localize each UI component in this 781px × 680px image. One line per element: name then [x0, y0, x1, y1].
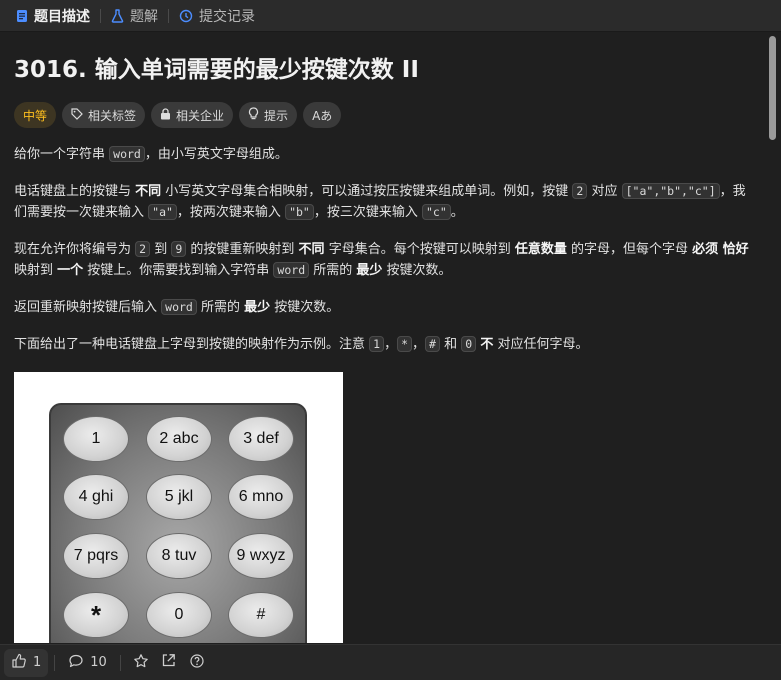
like-count: 1: [33, 655, 42, 670]
footer-divider: [54, 654, 56, 671]
related-tags-label: 相关标签: [88, 108, 137, 123]
key-3: 3 def: [228, 416, 294, 462]
share-button[interactable]: [155, 649, 183, 677]
tag-icon: [71, 107, 83, 123]
scrollbar-thumb[interactable]: [769, 36, 776, 140]
tab-solutions[interactable]: 题解: [105, 0, 164, 32]
tab-divider: [168, 8, 169, 23]
related-companies-label: 相关企业: [176, 108, 225, 123]
hint-label: 提示: [264, 108, 289, 123]
key-0: 0: [146, 592, 212, 638]
comment-count: 10: [90, 655, 107, 670]
tab-submissions-label: 提交记录: [199, 8, 255, 25]
question-icon: [189, 653, 205, 673]
lightbulb-icon: [248, 107, 259, 123]
history-icon: [179, 9, 193, 23]
tag-row: 中等 相关标签 相关企业 提示 Aあ: [14, 102, 752, 128]
star-icon: [133, 653, 149, 673]
key-2: 2 abc: [146, 416, 212, 462]
share-icon: [161, 653, 176, 672]
tab-description[interactable]: 题目描述: [10, 0, 96, 32]
key-4: 4 ghi: [63, 474, 129, 520]
hint-button[interactable]: 提示: [239, 102, 298, 128]
paragraph-4: 返回重新映射按键后输入 word 所需的 最少 按键次数。: [14, 299, 340, 315]
tab-solutions-label: 题解: [130, 8, 158, 25]
like-button[interactable]: 1: [4, 648, 49, 677]
key-1: 1: [63, 416, 129, 462]
problem-title: 3016. 输入单词需要的最少按键次数 II: [14, 57, 419, 83]
key-9: 9 wxyz: [228, 533, 294, 579]
favorite-button[interactable]: [127, 649, 155, 677]
related-tags-button[interactable]: 相关标签: [62, 102, 146, 128]
paragraph-2: 电话键盘上的按键与 不同 小写英文字母集合相映射，可以通过按压按键来组成单词。例…: [14, 183, 746, 220]
keypad-illustration: 1 2 abc 3 def 4 ghi 5 jkl 6 mno 7 pqrs 8…: [14, 372, 343, 643]
phone-keypad: 1 2 abc 3 def 4 ghi 5 jkl 6 mno 7 pqrs 8…: [49, 403, 307, 643]
comment-icon: [68, 653, 84, 673]
comments-button[interactable]: 10: [61, 649, 114, 677]
key-star: *: [63, 592, 129, 638]
key-8: 8 tuv: [146, 533, 212, 579]
help-button[interactable]: [183, 649, 211, 677]
related-companies-button[interactable]: 相关企业: [151, 102, 234, 128]
translate-button[interactable]: Aあ: [303, 102, 342, 128]
document-icon: [16, 9, 28, 23]
tab-submissions[interactable]: 提交记录: [173, 0, 261, 32]
paragraph-1: 给你一个字符串 word ，由小写英文字母组成。: [14, 146, 288, 162]
footer-divider: [119, 654, 121, 671]
flask-icon: [111, 8, 124, 23]
lock-icon: [160, 107, 171, 123]
tab-divider: [100, 8, 101, 23]
difficulty-badge: 中等: [14, 102, 57, 128]
paragraph-3: 现在允许你将编号为 2 到 9 的按键重新映射到 不同 字母集合。每个按键可以映…: [14, 241, 749, 278]
translate-icon: Aあ: [312, 108, 333, 123]
tab-bar: 题目描述 题解 提交记录: [0, 0, 781, 32]
key-5: 5 jkl: [146, 474, 212, 520]
key-hash: #: [228, 592, 294, 638]
thumbs-up-icon: [11, 653, 27, 673]
key-7: 7 pqrs: [63, 533, 129, 579]
footer-toolbar: 1 10: [0, 644, 781, 680]
paragraph-5: 下面给出了一种电话键盘上字母到按键的映射作为示例。注意 1， *， # 和 0 不 …: [14, 336, 589, 352]
tab-description-label: 题目描述: [34, 8, 90, 25]
problem-description: 3016. 输入单词需要的最少按键次数 II 中等 相关标签 相关企业 提示 A…: [0, 33, 766, 643]
key-6: 6 mno: [228, 474, 294, 520]
